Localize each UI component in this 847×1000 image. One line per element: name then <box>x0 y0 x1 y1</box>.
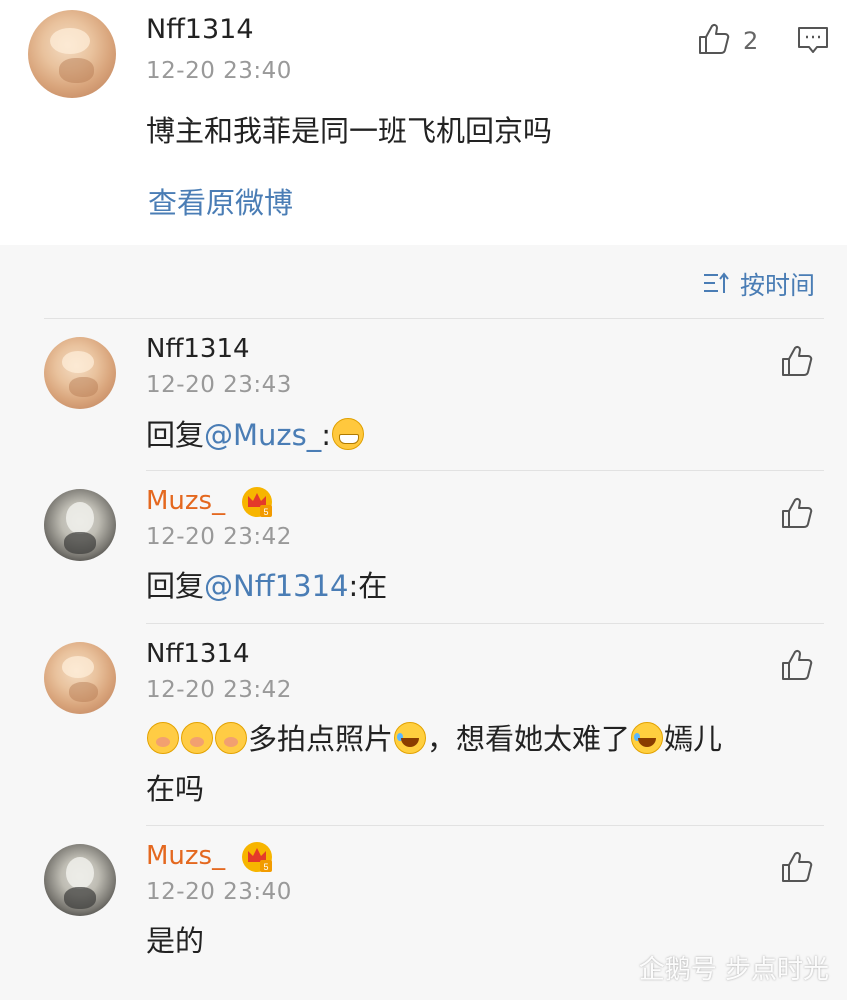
reply-text-part: 嫣儿 <box>664 722 723 756</box>
avatar[interactable] <box>44 489 116 561</box>
timestamp: 12-20 23:42 <box>146 677 292 703</box>
avatar[interactable] <box>44 642 116 714</box>
thumbs-up-icon[interactable] <box>780 850 814 884</box>
sort-label: 按时间 <box>740 271 816 300</box>
shy-emoji-icon <box>147 722 179 754</box>
vip-crown-icon: 5 <box>242 842 272 872</box>
divider <box>44 318 824 319</box>
view-original-link[interactable]: 查看原微博 <box>148 180 293 222</box>
sort-icon <box>704 272 729 293</box>
divider <box>146 825 824 826</box>
comment-text: 博主和我菲是同一班飞机回京吗 <box>146 114 553 148</box>
mention-link[interactable]: @Muzs_ <box>204 418 321 452</box>
reply-prefix: 回复 <box>146 418 205 452</box>
main-comment: Nff1314 12-20 23:40 2 博主和我菲是同一班飞机回京吗 查看原… <box>0 0 847 245</box>
avatar[interactable] <box>28 10 116 98</box>
grin-emoji-icon <box>332 418 365 450</box>
reply-suffix: : <box>321 418 332 452</box>
reply-text: 回复@Muzs_: <box>146 410 365 460</box>
svg-text:5: 5 <box>263 862 268 872</box>
username[interactable]: Nff1314 <box>146 639 250 669</box>
reply-text: 是的 <box>146 924 205 958</box>
reply-suffix: :在 <box>348 569 388 603</box>
reply-text: 回复@Nff1314:在 <box>146 561 387 611</box>
like-count: 2 <box>743 27 759 55</box>
thumbs-up-icon[interactable] <box>780 496 814 530</box>
timestamp: 12-20 23:40 <box>146 58 292 84</box>
avatar[interactable] <box>44 844 116 916</box>
divider <box>146 470 824 471</box>
cry-laugh-emoji-icon <box>631 722 664 754</box>
username[interactable]: Nff1314 <box>146 14 254 45</box>
username[interactable]: Muzs_ <box>146 486 225 516</box>
reply-text-part: 在吗 <box>146 772 205 806</box>
thumbs-up-icon[interactable] <box>780 648 814 682</box>
thumbs-up-icon[interactable] <box>780 344 814 378</box>
avatar[interactable] <box>44 337 116 409</box>
shy-emoji-icon <box>215 722 247 754</box>
username[interactable]: Nff1314 <box>146 334 250 364</box>
thumbs-up-icon[interactable] <box>697 22 731 56</box>
shy-emoji-icon <box>181 722 213 754</box>
watermark: 企鹅号 步点时光 <box>638 955 829 985</box>
reply-prefix: 回复 <box>146 569 205 603</box>
timestamp: 12-20 23:43 <box>146 372 292 398</box>
username[interactable]: Muzs_ <box>146 841 225 871</box>
laugh-emoji-icon <box>394 722 427 754</box>
svg-text:5: 5 <box>263 507 268 517</box>
divider <box>146 623 824 624</box>
timestamp: 12-20 23:40 <box>146 879 292 905</box>
reply-text-part: ，想看她太难了 <box>427 722 631 756</box>
reply-text: 多拍点照片 ，想看她太难了 嫣儿在吗 <box>146 714 806 814</box>
mention-link[interactable]: @Nff1314 <box>204 569 348 603</box>
vip-crown-icon: 5 <box>242 487 272 517</box>
reply-text-part: 多拍点照片 <box>248 722 394 756</box>
sort-button[interactable]: 按时间 <box>700 265 825 301</box>
comment-icon[interactable] <box>797 25 829 57</box>
timestamp: 12-20 23:42 <box>146 524 292 550</box>
